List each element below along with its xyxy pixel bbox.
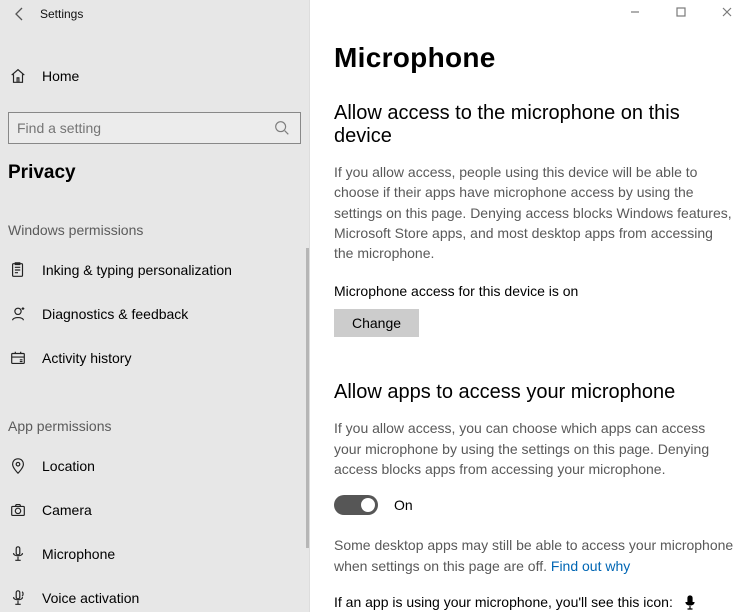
nav-item-label: Camera xyxy=(42,502,92,518)
content-area: Microphone Allow access to the microphon… xyxy=(310,0,750,612)
app-access-note: Some desktop apps may still be able to a… xyxy=(334,535,734,576)
note-text: Some desktop apps may still be able to a… xyxy=(334,537,733,573)
indicator-text: If an app is using your microphone, you'… xyxy=(334,594,673,610)
device-access-heading: Allow access to the microphone on this d… xyxy=(334,102,738,148)
maximize-button[interactable] xyxy=(658,0,704,24)
home-icon xyxy=(8,66,28,86)
chevron-left-icon xyxy=(13,7,27,21)
clipboard-pencil-icon xyxy=(8,260,28,280)
sidebar: Settings Home Privacy Windows permission… xyxy=(0,0,310,612)
page-title: Microphone xyxy=(334,42,738,74)
activity-history-icon xyxy=(8,348,28,368)
nav-diagnostics[interactable]: Diagnostics & feedback xyxy=(0,292,309,336)
app-access-description: If you allow access, you can choose whic… xyxy=(334,418,734,479)
search-field[interactable] xyxy=(17,120,272,136)
nav-location[interactable]: Location xyxy=(0,444,309,488)
find-out-why-link[interactable]: Find out why xyxy=(551,558,630,574)
nav-home-label: Home xyxy=(42,68,79,84)
search-icon xyxy=(272,118,292,138)
nav-item-label: Diagnostics & feedback xyxy=(42,306,188,322)
group-app-permissions: App permissions xyxy=(0,418,309,434)
search-input[interactable] xyxy=(8,112,301,144)
close-button[interactable] xyxy=(704,0,750,24)
title-bar: Settings xyxy=(0,0,309,28)
app-title: Settings xyxy=(40,7,83,21)
nav-home[interactable]: Home xyxy=(0,56,309,96)
device-access-description: If you allow access, people using this d… xyxy=(334,162,734,263)
window-controls xyxy=(612,0,750,24)
camera-icon xyxy=(8,500,28,520)
app-access-heading: Allow apps to access your microphone xyxy=(334,381,738,404)
nav-item-label: Inking & typing personalization xyxy=(42,262,232,278)
nav-item-label: Activity history xyxy=(42,350,131,366)
search-row xyxy=(0,104,309,152)
nav-item-label: Voice activation xyxy=(42,590,139,606)
toggle-knob xyxy=(361,498,375,512)
back-button[interactable] xyxy=(0,7,40,21)
sidebar-scrollbar[interactable] xyxy=(306,248,309,548)
app-access-toggle-row: On xyxy=(334,495,738,515)
nav-inking-typing[interactable]: Inking & typing personalization xyxy=(0,248,309,292)
microphone-icon xyxy=(8,544,28,564)
nav-voice-activation[interactable]: Voice activation xyxy=(0,576,309,612)
nav-microphone[interactable]: Microphone xyxy=(0,532,309,576)
nav-item-label: Location xyxy=(42,458,95,474)
microphone-indicator-icon xyxy=(683,595,697,611)
group-windows-permissions: Windows permissions xyxy=(0,222,309,238)
toggle-state-label: On xyxy=(394,497,413,513)
mic-indicator-line: If an app is using your microphone, you'… xyxy=(334,594,738,611)
app-access-toggle[interactable] xyxy=(334,495,378,515)
voice-activation-icon xyxy=(8,588,28,608)
device-access-status: Microphone access for this device is on xyxy=(334,283,738,299)
minimize-button[interactable] xyxy=(612,0,658,24)
change-button[interactable]: Change xyxy=(334,309,419,337)
location-icon xyxy=(8,456,28,476)
feedback-icon xyxy=(8,304,28,324)
nav-activity-history[interactable]: Activity history xyxy=(0,336,309,380)
nav-camera[interactable]: Camera xyxy=(0,488,309,532)
section-title: Privacy xyxy=(0,162,309,184)
nav-item-label: Microphone xyxy=(42,546,115,562)
